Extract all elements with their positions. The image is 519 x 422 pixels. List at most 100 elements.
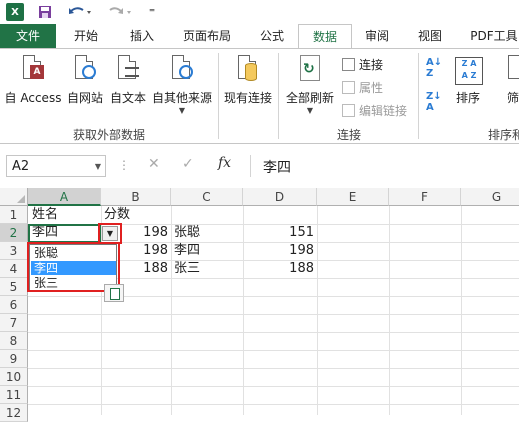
grid-line xyxy=(317,206,318,415)
sort-ascending-icon: A↓ Z xyxy=(426,57,443,79)
grid-line xyxy=(389,206,390,415)
tab-insert[interactable]: 插入 xyxy=(120,24,164,48)
cell-c3[interactable]: 李四 xyxy=(172,242,242,260)
redo-icon xyxy=(109,7,131,14)
row-header-11[interactable]: 11 xyxy=(0,386,28,404)
tab-pdf-tools[interactable]: PDF工具 xyxy=(462,24,519,48)
quick-access-toolbar: X ⁼ xyxy=(0,0,519,24)
name-box-value: A2 xyxy=(12,159,30,174)
grid-line xyxy=(28,404,519,405)
sort-label: 排序 xyxy=(455,91,480,105)
formula-bar-handle-icon[interactable]: ⋮ xyxy=(118,158,130,172)
enter-icon[interactable]: ✓ xyxy=(182,156,194,172)
insert-function-icon[interactable]: fx xyxy=(218,155,231,171)
existing-connections-icon xyxy=(235,55,261,85)
column-header-b[interactable]: B xyxy=(101,188,171,206)
group-separator xyxy=(418,53,419,139)
formula-bar: A2 ▼ ⋮ ✕ ✓ fx 李四 xyxy=(0,150,519,180)
grid-line xyxy=(28,350,519,351)
cell-d4[interactable]: 188 xyxy=(244,260,316,278)
properties-label: 属性 xyxy=(359,80,384,95)
row-header-7[interactable]: 7 xyxy=(0,314,28,332)
row-header-2[interactable]: 2 xyxy=(0,224,28,242)
tab-file[interactable]: 文件 xyxy=(0,24,56,48)
from-access-button[interactable]: A 自 Access xyxy=(4,53,62,113)
tab-review[interactable]: 审阅 xyxy=(354,24,400,48)
sort-button[interactable]: Z AA Z 排序 xyxy=(448,53,488,113)
name-box[interactable]: A2 ▼ xyxy=(6,155,106,177)
from-text-button[interactable]: 自文本 xyxy=(107,53,149,113)
web-icon xyxy=(72,55,98,85)
ribbon-tabs: 文件 开始 插入 页面布局 公式 数据 审阅 视图 PDF工具 xyxy=(0,24,519,48)
row-header-9[interactable]: 9 xyxy=(0,350,28,368)
tab-view[interactable]: 视图 xyxy=(408,24,452,48)
chevron-down-icon[interactable]: ▼ xyxy=(95,162,101,171)
select-all-button[interactable] xyxy=(0,188,28,206)
worksheet-grid[interactable]: A B C D E F G 1 2 3 4 5 6 7 8 9 10 11 12… xyxy=(0,188,519,422)
grid-line xyxy=(28,314,519,315)
grid-line xyxy=(28,368,519,369)
cell-d2[interactable]: 151 xyxy=(244,224,316,242)
ribbon-data: A 自 Access 自网站 自文本 自其他来源 ▼ 获取外部数据 现有连接 全… xyxy=(0,48,519,144)
row-header-6[interactable]: 6 xyxy=(0,296,28,314)
column-header-a[interactable]: A xyxy=(28,188,101,206)
tab-data[interactable]: 数据 xyxy=(298,24,352,48)
cell-d3[interactable]: 198 xyxy=(244,242,316,260)
group-separator xyxy=(278,53,279,139)
from-web-label: 自网站 xyxy=(66,91,103,105)
refresh-icon xyxy=(297,55,323,85)
group-label-sort-filter: 排序和 xyxy=(488,128,519,142)
from-access-label: 自 Access xyxy=(4,91,62,105)
row-header-8[interactable]: 8 xyxy=(0,332,28,350)
edit-links-button[interactable]: 编辑链接 xyxy=(342,101,407,119)
refresh-all-button[interactable]: 全部刷新 ▼ xyxy=(282,53,338,115)
cell-b1[interactable]: 分数 xyxy=(102,206,170,224)
from-web-button[interactable]: 自网站 xyxy=(64,53,106,113)
column-header-d[interactable]: D xyxy=(243,188,317,206)
save-button[interactable] xyxy=(36,3,54,21)
grid-line xyxy=(461,206,462,415)
undo-button[interactable] xyxy=(66,3,94,21)
column-header-e[interactable]: E xyxy=(317,188,389,206)
excel-logo-icon: X xyxy=(6,3,24,21)
from-other-sources-button[interactable]: 自其他来源 ▼ xyxy=(150,53,214,115)
properties-button[interactable]: 属性 xyxy=(342,78,383,96)
formula-input[interactable]: 李四 xyxy=(250,155,519,177)
sort-descending-button[interactable]: Z↓ A xyxy=(426,91,442,113)
row-header-3[interactable]: 3 xyxy=(0,242,28,260)
column-header-c[interactable]: C xyxy=(171,188,243,206)
group-separator xyxy=(218,53,219,139)
properties-icon xyxy=(342,80,355,94)
tab-page-layout[interactable]: 页面布局 xyxy=(174,24,240,48)
from-other-label: 自其他来源 xyxy=(151,91,212,105)
text-file-icon xyxy=(115,55,141,85)
customize-toolbar-button[interactable]: ⁼ xyxy=(146,3,158,21)
active-cell-border xyxy=(28,224,101,243)
edit-links-label: 编辑链接 xyxy=(359,103,408,118)
refresh-all-label: 全部刷新 xyxy=(285,91,334,105)
cell-a1[interactable]: 姓名 xyxy=(30,206,100,224)
row-header-1[interactable]: 1 xyxy=(0,206,28,224)
column-header-f[interactable]: F xyxy=(389,188,461,206)
column-header-g[interactable]: G xyxy=(461,188,519,206)
connections-button[interactable]: 连接 xyxy=(342,55,383,73)
row-header-5[interactable]: 5 xyxy=(0,278,28,296)
connections-label: 连接 xyxy=(359,57,384,72)
tab-home[interactable]: 开始 xyxy=(64,24,108,48)
cell-c2[interactable]: 张聪 xyxy=(172,224,242,242)
filter-button[interactable]: 筛 xyxy=(498,53,519,113)
redo-button[interactable] xyxy=(106,3,134,21)
row-header-12[interactable]: 12 xyxy=(0,404,28,422)
cancel-icon[interactable]: ✕ xyxy=(148,156,160,172)
existing-connections-button[interactable]: 现有连接 xyxy=(222,53,274,113)
tab-formulas[interactable]: 公式 xyxy=(250,24,294,48)
row-header-10[interactable]: 10 xyxy=(0,368,28,386)
paste-options-icon[interactable] xyxy=(104,284,124,302)
save-icon xyxy=(39,6,51,18)
undo-icon xyxy=(69,7,91,14)
cell-c4[interactable]: 张三 xyxy=(172,260,242,278)
dropdown-arrow-button[interactable]: ▼ xyxy=(102,226,118,241)
sort-ascending-button[interactable]: A↓ Z xyxy=(426,57,443,79)
row-header-4[interactable]: 4 xyxy=(0,260,28,278)
sort-icon: Z AA Z xyxy=(455,55,483,85)
